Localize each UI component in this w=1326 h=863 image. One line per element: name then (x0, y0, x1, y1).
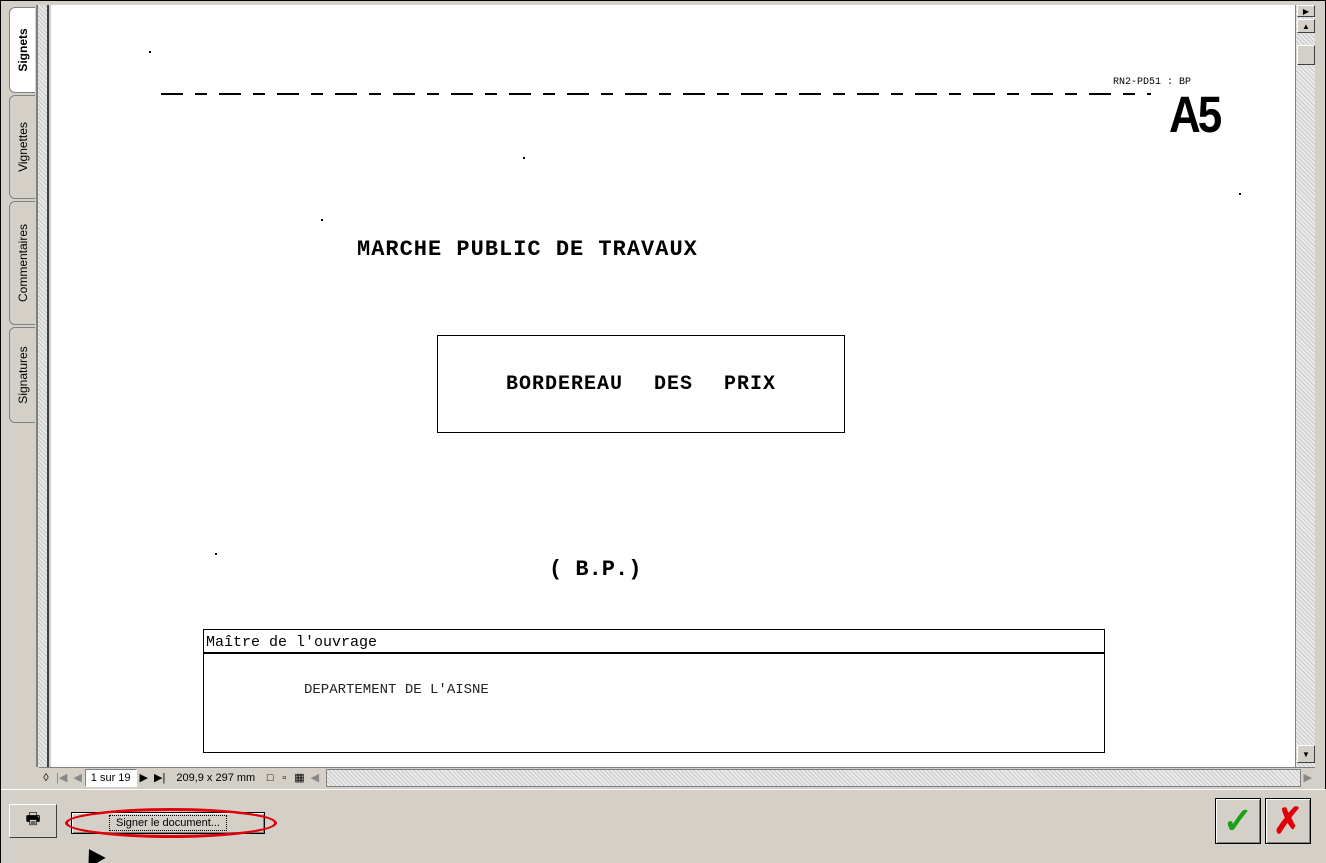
owner-box: Maître de l'ouvrage DEPARTEMENT DE L'AIS… (203, 629, 1105, 753)
header-rule (161, 93, 1151, 95)
cancel-button[interactable]: ✗ (1265, 798, 1311, 844)
tab-signatures[interactable]: Signatures (9, 327, 35, 423)
owner-label: Maître de l'ouvrage (204, 630, 1104, 654)
last-page-icon[interactable]: ▶| (151, 769, 168, 787)
status-bar: ◊ |◀ ◀ 1 sur 19 ▶ ▶| 209,9 x 297 mm □ ▫ … (39, 767, 1315, 787)
scan-speck (149, 51, 151, 53)
scan-speck (215, 553, 217, 555)
tab-vignettes[interactable]: Vignettes (9, 95, 35, 199)
vertical-scrollbar[interactable]: ▶ ▲ ▼ (1295, 5, 1315, 767)
document-abbreviation: ( B.P.) (549, 557, 642, 582)
sign-document-label: Signer le document... (109, 815, 227, 831)
scroll-thumb[interactable] (1297, 45, 1315, 65)
split-toggle-icon[interactable]: ◊ (39, 769, 53, 787)
ok-button[interactable]: ✓ (1215, 798, 1261, 844)
print-button[interactable]: 🖶 (9, 804, 57, 838)
sign-document-button[interactable]: Signer le document... (71, 812, 265, 834)
document-stamp: A5 (1169, 87, 1222, 144)
document-subtitle: BORDEREAU DES PRIX (505, 372, 777, 396)
continuous-icon[interactable]: ▫ (277, 769, 291, 787)
single-page-icon[interactable]: □ (263, 769, 277, 787)
horizontal-scrollbar[interactable] (326, 768, 1301, 787)
pane-splitter[interactable] (37, 5, 49, 767)
scroll-down-icon[interactable]: ▼ (1297, 745, 1315, 763)
pdf-signing-window: Signets Vignettes Commentaires Signature… (0, 0, 1326, 863)
scroll-right-icon[interactable]: ▶ (1301, 769, 1315, 787)
page-number-field[interactable]: 1 sur 19 (84, 768, 137, 787)
print-icon: 🖶 (25, 810, 41, 828)
scan-speck (321, 219, 323, 221)
document-subtitle-box: BORDEREAU DES PRIX (437, 335, 845, 433)
document-title: MARCHE PUBLIC DE TRAVAUX (357, 237, 698, 262)
tab-signets[interactable]: Signets (9, 7, 35, 93)
close-icon: ✗ (1272, 800, 1304, 841)
owner-value: DEPARTEMENT DE L'AISNE (304, 682, 489, 698)
navigation-tabs: Signets Vignettes Commentaires Signature… (7, 5, 37, 767)
scroll-top-icon[interactable]: ▶ (1297, 5, 1315, 17)
pointer-arrow-icon (80, 844, 106, 863)
first-page-icon[interactable]: |◀ (53, 769, 70, 787)
tab-label: Signatures (15, 346, 30, 404)
bottom-toolbar: 🖶 Signer le document... ✓ ✗ (1, 789, 1326, 863)
scroll-left-icon[interactable]: ◀ (308, 769, 322, 787)
scan-speck (1239, 193, 1241, 195)
tab-label: Commentaires (15, 223, 30, 303)
tab-label: Signets (15, 28, 30, 72)
scan-speck (523, 157, 525, 159)
continuous-facing-icon[interactable]: ▦ (291, 769, 307, 787)
tab-commentaires[interactable]: Commentaires (9, 201, 35, 325)
page-size: 209,9 x 297 mm (176, 771, 256, 784)
checkmark-icon: ✓ (1222, 800, 1254, 841)
prev-page-icon[interactable]: ◀ (70, 769, 84, 787)
document-page: RN2-PD51 : BP A5 MARCHE PUBLIC DE TRAVAU… (51, 5, 1295, 767)
next-page-icon[interactable]: ▶ (137, 769, 151, 787)
tab-label: Vignettes (15, 122, 30, 172)
scroll-up-icon[interactable]: ▲ (1297, 19, 1315, 33)
